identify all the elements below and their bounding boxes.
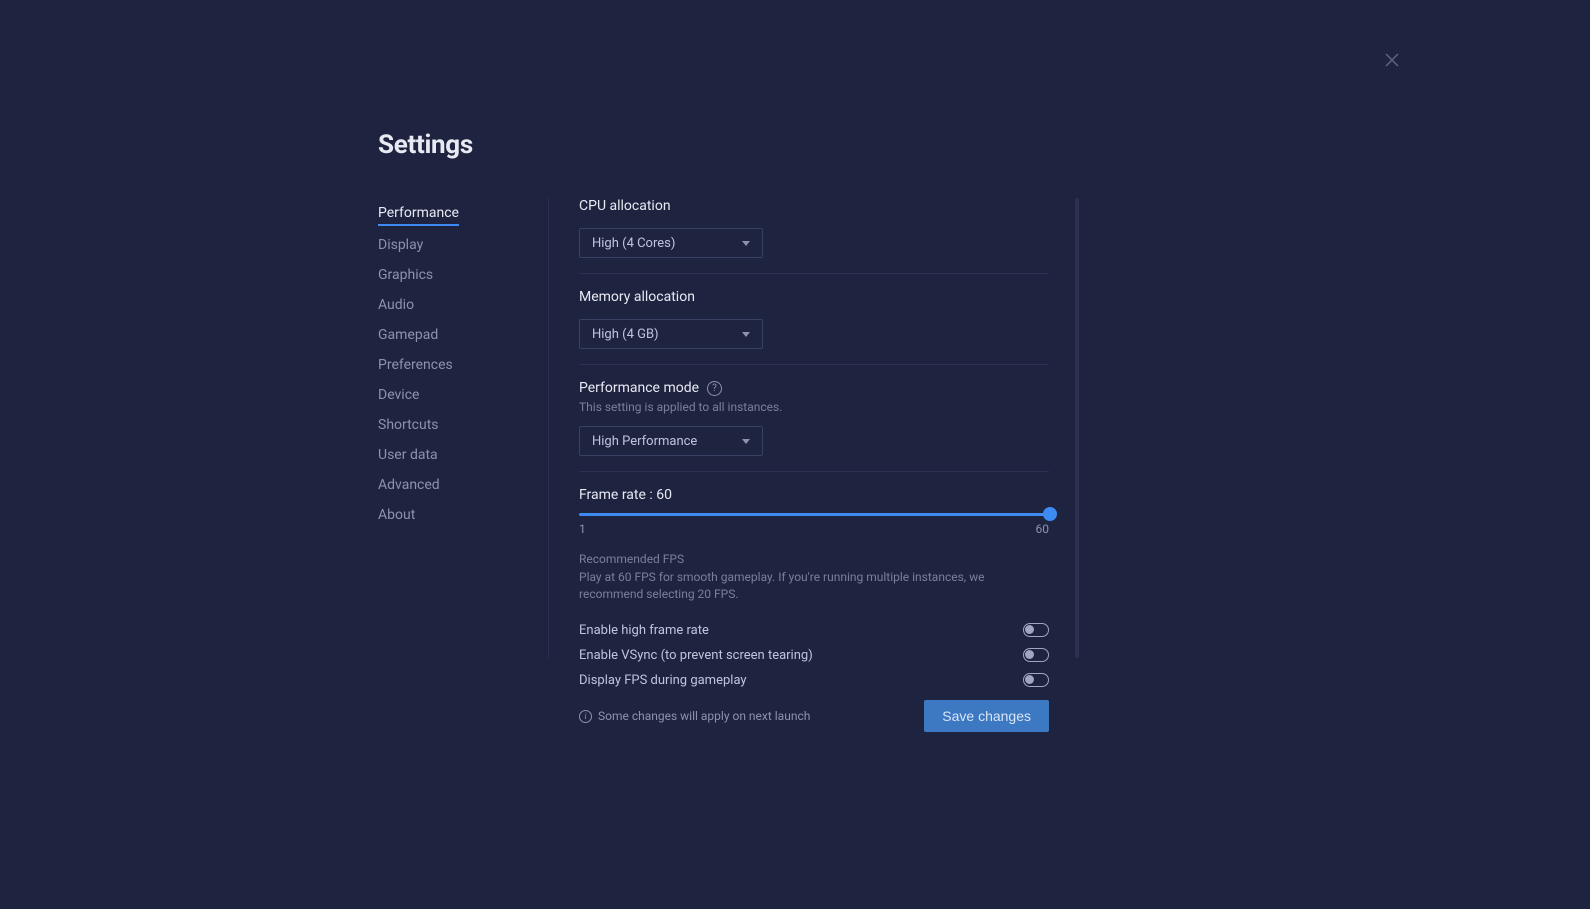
- memory-section: Memory allocation High (4 GB): [579, 289, 1049, 365]
- page-title: Settings: [378, 130, 1049, 160]
- nav-item-device[interactable]: Device: [378, 380, 548, 410]
- toggle-label: Enable VSync (to prevent screen tearing): [579, 648, 813, 663]
- perfmode-select[interactable]: High Performance: [579, 426, 763, 456]
- nav-item-about[interactable]: About: [378, 500, 548, 530]
- fps-hint-text: Play at 60 FPS for smooth gameplay. If y…: [579, 569, 1049, 604]
- memory-select-value: High (4 GB): [592, 327, 659, 342]
- perfmode-select-value: High Performance: [592, 434, 697, 449]
- toggle-row-vsync: Enable VSync (to prevent screen tearing): [579, 643, 1049, 668]
- caret-down-icon: [742, 332, 750, 337]
- slider-min: 1: [579, 522, 586, 536]
- close-icon: [1384, 52, 1400, 68]
- close-button[interactable]: [1384, 52, 1400, 68]
- info-icon: i: [579, 710, 592, 723]
- framerate-section: Frame rate : 60 1 60 Recommended FPS Pla…: [579, 487, 1049, 693]
- caret-down-icon: [742, 439, 750, 444]
- toggle-high-framerate[interactable]: [1023, 623, 1049, 637]
- framerate-slider[interactable]: [579, 513, 1049, 516]
- nav-item-preferences[interactable]: Preferences: [378, 350, 548, 380]
- sidebar: Performance Display Graphics Audio Gamep…: [378, 198, 548, 732]
- memory-select[interactable]: High (4 GB): [579, 319, 763, 349]
- toggle-display-fps[interactable]: [1023, 673, 1049, 687]
- nav-item-graphics[interactable]: Graphics: [378, 260, 548, 290]
- nav-item-audio[interactable]: Audio: [378, 290, 548, 320]
- footer-note: i Some changes will apply on next launch: [579, 709, 810, 723]
- main-panel: CPU allocation High (4 Cores) Memory all…: [579, 198, 1049, 732]
- nav-item-shortcuts[interactable]: Shortcuts: [378, 410, 548, 440]
- perfmode-label: Performance mode ?: [579, 380, 1049, 396]
- toggle-knob: [1025, 625, 1034, 634]
- nav-item-gamepad[interactable]: Gamepad: [378, 320, 548, 350]
- slider-max: 60: [1036, 522, 1050, 536]
- slider-thumb[interactable]: [1043, 507, 1057, 521]
- toggle-label: Display FPS during gameplay: [579, 673, 747, 688]
- cpu-select-value: High (4 Cores): [592, 236, 675, 251]
- save-button[interactable]: Save changes: [924, 700, 1049, 732]
- scrollbar[interactable]: [1075, 198, 1079, 658]
- caret-down-icon: [742, 241, 750, 246]
- nav-item-advanced[interactable]: Advanced: [378, 470, 548, 500]
- help-icon[interactable]: ?: [707, 381, 722, 396]
- cpu-section: CPU allocation High (4 Cores): [579, 198, 1049, 274]
- perfmode-label-text: Performance mode: [579, 380, 699, 396]
- fps-hint-title: Recommended FPS: [579, 552, 1049, 566]
- toggle-label: Enable high frame rate: [579, 623, 709, 638]
- toggle-knob: [1025, 650, 1034, 659]
- toggle-vsync[interactable]: [1023, 648, 1049, 662]
- footer-note-text: Some changes will apply on next launch: [598, 709, 810, 723]
- toggle-knob: [1025, 675, 1034, 684]
- perfmode-note: This setting is applied to all instances…: [579, 400, 1049, 414]
- cpu-label: CPU allocation: [579, 198, 1049, 214]
- footer: i Some changes will apply on next launch…: [579, 700, 1049, 732]
- nav-item-performance[interactable]: Performance: [378, 198, 459, 226]
- nav-item-userdata[interactable]: User data: [378, 440, 548, 470]
- memory-label: Memory allocation: [579, 289, 1049, 305]
- toggle-row-display-fps: Display FPS during gameplay: [579, 668, 1049, 693]
- cpu-select[interactable]: High (4 Cores): [579, 228, 763, 258]
- nav-item-display[interactable]: Display: [378, 230, 548, 260]
- toggle-row-high-framerate: Enable high frame rate: [579, 618, 1049, 643]
- framerate-label: Frame rate : 60: [579, 487, 1049, 503]
- perfmode-section: Performance mode ? This setting is appli…: [579, 380, 1049, 472]
- vertical-divider: [548, 198, 549, 658]
